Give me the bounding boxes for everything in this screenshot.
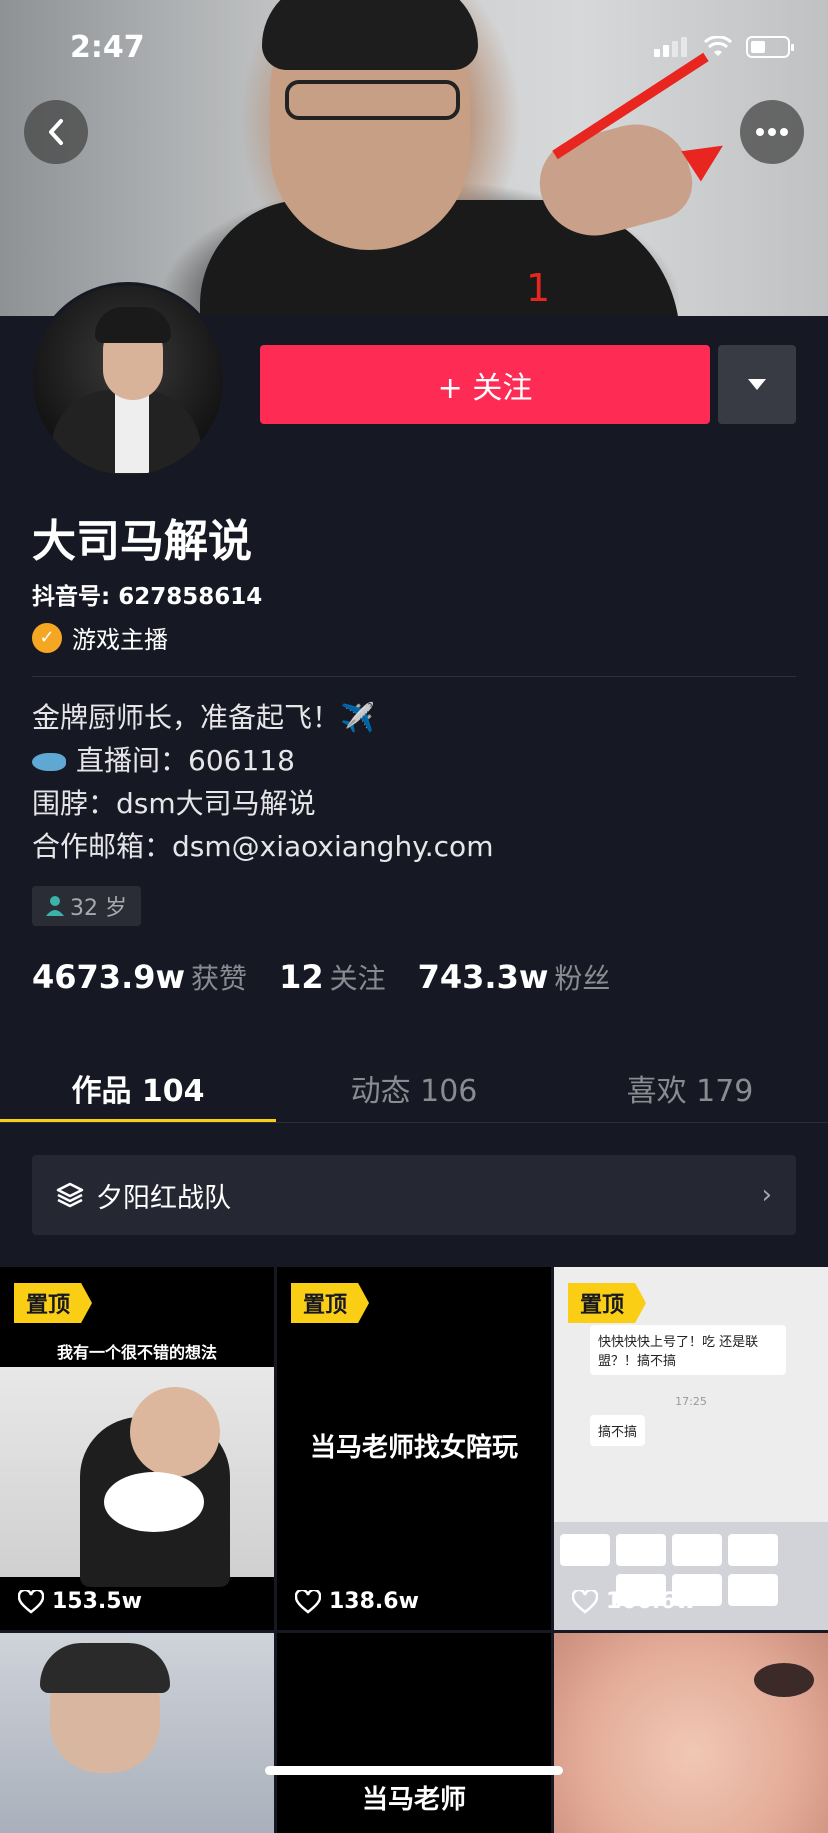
followers-count[interactable]: 743.3w xyxy=(418,958,549,996)
tab-works[interactable]: 作品 104 xyxy=(0,1050,276,1123)
following-count[interactable]: 12 xyxy=(279,958,324,996)
pinned-badge: 置顶 xyxy=(568,1283,647,1323)
video-likes: 153.5w xyxy=(18,1589,142,1614)
chat-bubble: 搞不搞 xyxy=(590,1415,646,1446)
verified-label: 游戏主播 xyxy=(72,626,168,654)
video-thumbnail[interactable]: 快快快快上号了！吃 还是联盟？！搞不搞 17:25 搞不搞 置顶 166.6w xyxy=(554,1267,828,1630)
bio-line: 金牌厨师长，准备起飞！✈️ xyxy=(32,701,375,734)
tab-divider xyxy=(0,1122,828,1123)
bio: 金牌厨师长，准备起飞！✈️ 直播间：606118 围脖：dsm大司马解说 合作邮… xyxy=(32,696,493,868)
pinned-badge: 置顶 xyxy=(291,1283,370,1323)
chat-bubble: 快快快快上号了！吃 还是联盟？！搞不搞 xyxy=(590,1325,786,1375)
age-tag: 32 岁 xyxy=(32,886,141,926)
chat-time: 17:25 xyxy=(675,1395,707,1408)
video-thumbnail[interactable]: 当马老师 xyxy=(277,1633,551,1833)
wifi-icon xyxy=(704,36,732,56)
verified-badge: ✓ 游戏主播 xyxy=(32,620,168,655)
video-caption: 当马老师 xyxy=(361,1785,466,1815)
status-time: 2:47 xyxy=(70,30,145,65)
ellipsis-icon xyxy=(756,128,788,136)
person-icon xyxy=(46,896,64,916)
video-caption: 我有一个很不错的想法 xyxy=(56,1343,217,1362)
collection-row[interactable]: 夕阳红战队 › xyxy=(32,1155,796,1235)
chevron-right-icon: › xyxy=(761,1180,772,1210)
bio-line: 合作邮箱：dsm@xiaoxianghy.com xyxy=(32,830,494,863)
video-thumbnail[interactable]: 我有一个很不错的想法 置顶 153.5w xyxy=(0,1267,274,1630)
followers-label[interactable]: 粉丝 xyxy=(554,957,610,997)
video-thumbnail[interactable]: 当马老师找女陪玩 置顶 138.6w xyxy=(277,1267,551,1630)
heart-icon xyxy=(18,1589,44,1614)
more-options-button[interactable] xyxy=(740,100,804,164)
triangle-down-icon xyxy=(748,378,766,390)
tab-likes[interactable]: 喜欢 179 xyxy=(552,1050,828,1122)
profile-tabs: 作品 104 动态 106 喜欢 179 xyxy=(0,1050,828,1123)
video-thumbnail[interactable] xyxy=(554,1633,828,1833)
checkmark-icon: ✓ xyxy=(32,622,62,653)
video-likes: 166.6w xyxy=(572,1589,696,1614)
profile-stats: 4673.9w 获赞 12 关注 743.3w 粉丝 xyxy=(32,957,642,997)
collection-label: 夕阳红战队 xyxy=(96,1182,231,1214)
battery-icon xyxy=(746,36,794,58)
douyin-id: 抖音号: 627858614 xyxy=(32,584,263,610)
video-thumbnail[interactable] xyxy=(0,1633,274,1833)
home-indicator xyxy=(265,1766,563,1775)
chevron-left-icon xyxy=(49,119,63,145)
video-grid: 我有一个很不错的想法 置顶 153.5w 当马老师找女陪玩 置顶 138.6w … xyxy=(0,1267,828,1833)
tab-activity[interactable]: 动态 106 xyxy=(276,1050,552,1122)
status-icons xyxy=(654,36,794,58)
divider xyxy=(32,676,796,677)
bio-line: 围脖：dsm大司马解说 xyxy=(32,787,316,820)
video-caption: 当马老师找女陪玩 xyxy=(309,1433,518,1463)
recommend-dropdown-button[interactable] xyxy=(718,345,796,424)
layers-icon xyxy=(56,1182,84,1208)
back-button[interactable] xyxy=(24,100,88,164)
video-likes: 138.6w xyxy=(295,1589,419,1614)
following-label[interactable]: 关注 xyxy=(330,957,386,997)
follow-button[interactable]: + 关注 xyxy=(260,345,710,424)
heart-icon xyxy=(572,1589,598,1614)
pinned-badge: 置顶 xyxy=(14,1283,93,1323)
fish-icon xyxy=(32,753,66,771)
annotation-number: 1 xyxy=(526,266,551,310)
likes-count: 4673.9w xyxy=(32,958,186,996)
signal-icon xyxy=(654,37,690,57)
avatar[interactable] xyxy=(30,282,226,478)
bio-line-live: 直播间：606118 xyxy=(32,739,493,782)
profile-name: 大司马解说 xyxy=(32,516,252,567)
heart-icon xyxy=(295,1589,321,1614)
likes-label: 获赞 xyxy=(191,962,248,995)
